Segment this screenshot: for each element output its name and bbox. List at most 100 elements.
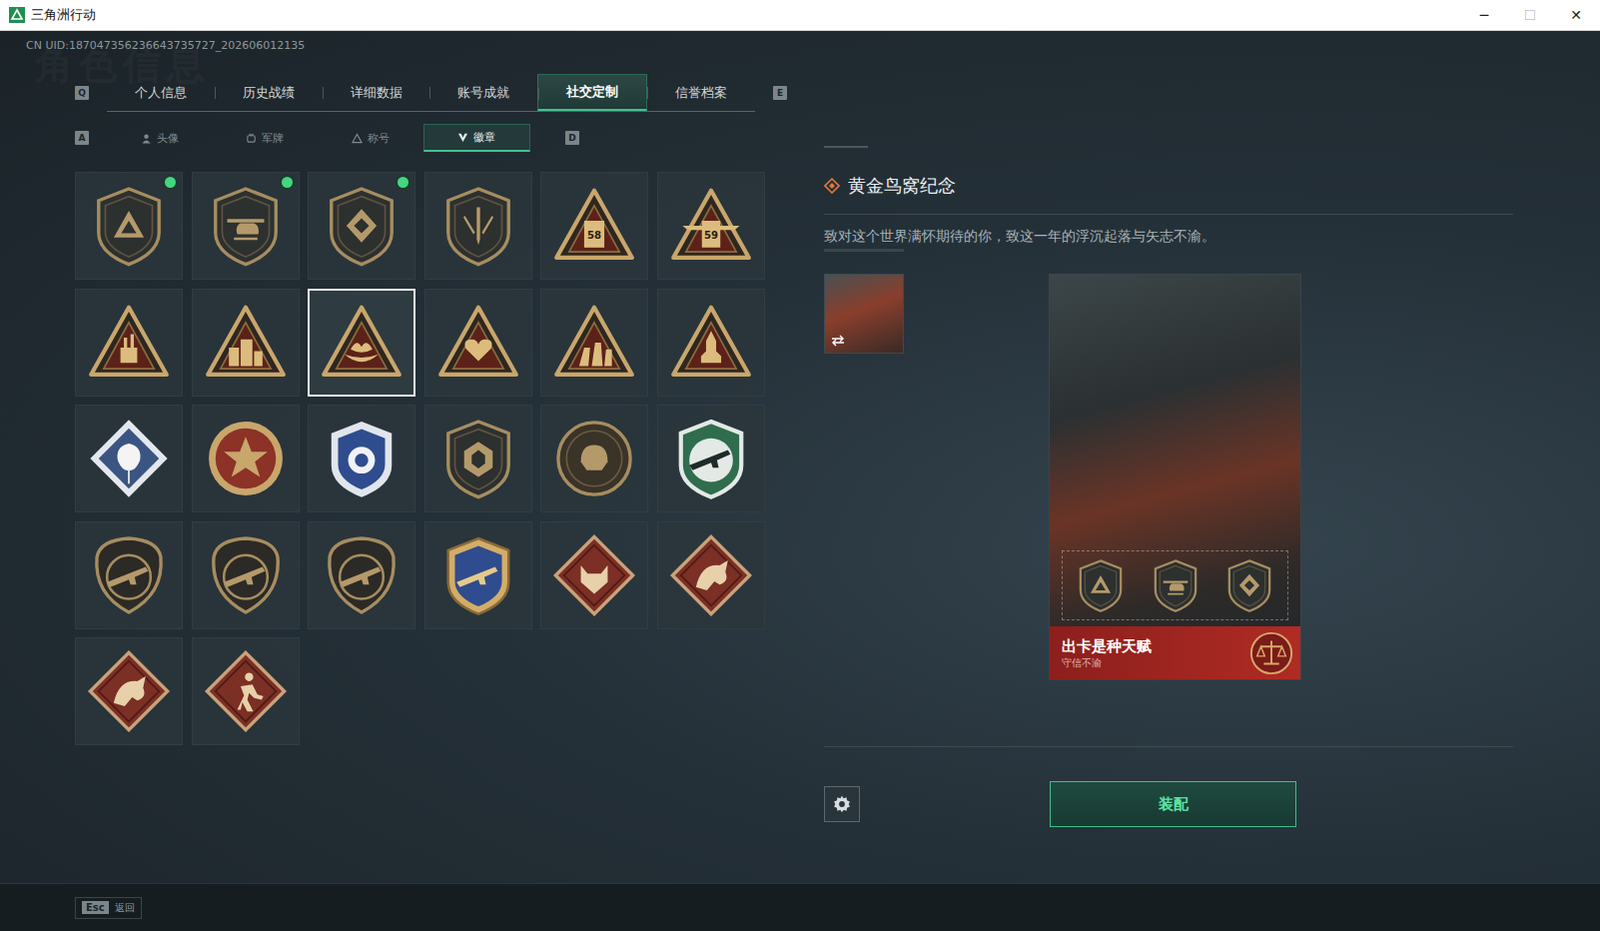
preview-card: 出卡是种天赋守信不渝 bbox=[1048, 273, 1302, 681]
tab[interactable]: 详细数据 bbox=[322, 73, 431, 111]
badge-icon bbox=[203, 416, 288, 501]
badge-cell[interactable] bbox=[307, 404, 416, 513]
badge-icon bbox=[552, 300, 637, 385]
badge-cell[interactable]: 58 bbox=[540, 171, 649, 280]
badge-cell[interactable] bbox=[657, 288, 766, 397]
badge-cell[interactable] bbox=[74, 171, 183, 280]
subtab[interactable]: 头像 bbox=[106, 123, 213, 152]
key-hint: A bbox=[74, 130, 89, 145]
game-window: 三角洲行动─☐✕角色信息CN UID:187047356236643735727… bbox=[0, 0, 1600, 931]
avatar-thumbnail[interactable] bbox=[823, 273, 904, 354]
tab[interactable]: 社交定制 bbox=[537, 73, 648, 111]
badge-cell[interactable] bbox=[307, 288, 416, 397]
badge-cell[interactable] bbox=[191, 288, 300, 397]
tab-bar: Q 个人信息历史战绩详细数据账号成就社交定制信誉档案 E bbox=[74, 73, 791, 112]
window-control[interactable]: ─ bbox=[1462, 6, 1507, 23]
badge-icon bbox=[319, 300, 404, 385]
svg-text:58: 58 bbox=[587, 229, 602, 241]
badge-slot bbox=[1221, 557, 1278, 614]
badge-cell[interactable] bbox=[74, 404, 183, 513]
badge-icon bbox=[86, 300, 171, 385]
badge-icon bbox=[436, 416, 521, 501]
badge-icon bbox=[86, 533, 171, 618]
badge-cell[interactable] bbox=[307, 171, 416, 280]
operator-photo bbox=[1049, 274, 1301, 627]
title-bar: 三角洲行动─☐✕ bbox=[0, 0, 1600, 31]
key-hint: Esc bbox=[81, 900, 109, 914]
badge-cell[interactable] bbox=[424, 288, 533, 397]
badge-icon: 59 bbox=[669, 183, 754, 268]
badge-icon bbox=[669, 416, 754, 501]
tab[interactable]: 账号成就 bbox=[429, 73, 538, 111]
gear-icon bbox=[831, 794, 852, 814]
badge-icon bbox=[203, 183, 288, 268]
badge-icon bbox=[319, 533, 404, 618]
badge-icon bbox=[436, 533, 521, 618]
new-dot bbox=[281, 176, 293, 188]
badge-cell[interactable] bbox=[191, 637, 300, 746]
badge-icon bbox=[319, 183, 404, 268]
badge-cell[interactable] bbox=[191, 404, 300, 513]
badge-icon bbox=[203, 649, 288, 734]
window-control[interactable]: ✕ bbox=[1554, 6, 1599, 23]
badge-cell[interactable] bbox=[540, 288, 649, 397]
scales-icon bbox=[1248, 630, 1295, 677]
subtab[interactable]: 军牌 bbox=[212, 123, 319, 152]
uid-label: CN UID:187047356236643735727_20260601213… bbox=[25, 38, 1600, 52]
badge-cell[interactable] bbox=[657, 521, 766, 630]
footer-bar: Esc返回 bbox=[0, 882, 1600, 931]
badge-icon bbox=[86, 649, 171, 734]
badge-cell[interactable] bbox=[307, 521, 416, 630]
diamond-icon bbox=[823, 177, 840, 194]
window-control[interactable]: ☐ bbox=[1508, 6, 1553, 23]
badge-icon bbox=[319, 416, 404, 501]
badge-icon bbox=[86, 416, 171, 501]
badge-icon: 58 bbox=[552, 183, 637, 268]
settings-button[interactable] bbox=[823, 786, 860, 822]
swap-icon bbox=[829, 334, 846, 347]
badge-cell[interactable] bbox=[74, 521, 183, 630]
detail-panel: 黄金鸟窝纪念致对这个世界满怀期待的你，致这一年的浮沉起落与矢志不渝。出卡是种天赋… bbox=[823, 51, 1529, 827]
key-hint: E bbox=[773, 85, 788, 100]
subtab[interactable]: 称号 bbox=[317, 123, 424, 152]
tab[interactable]: 历史战绩 bbox=[214, 73, 323, 111]
detail-title: 黄金鸟窝纪念 bbox=[823, 173, 1514, 215]
badge-cell[interactable] bbox=[191, 171, 300, 280]
subtab[interactable]: 徽章 bbox=[423, 123, 532, 152]
tab[interactable]: 信誉档案 bbox=[647, 73, 756, 111]
card-subtitle: 守信不渝 bbox=[1061, 656, 1152, 670]
badge-cell[interactable]: 59 bbox=[657, 171, 766, 280]
new-dot bbox=[164, 176, 176, 188]
tab[interactable]: 个人信息 bbox=[106, 73, 215, 111]
back-button[interactable]: Esc返回 bbox=[74, 896, 142, 919]
badge-icon bbox=[1221, 557, 1278, 614]
badge-icon bbox=[669, 300, 754, 385]
detail-description: 致对这个世界满怀期待的你，致这一年的浮沉起落与矢志不渝。 bbox=[823, 226, 1529, 245]
badge-icon bbox=[457, 131, 469, 143]
key-hint: Q bbox=[74, 85, 89, 100]
badge-cell[interactable] bbox=[540, 521, 649, 630]
badge-cell[interactable] bbox=[657, 404, 766, 513]
badge-cell[interactable] bbox=[191, 521, 300, 630]
avatar-icon bbox=[140, 132, 152, 144]
left-panel: Q 个人信息历史战绩详细数据账号成就社交定制信誉档案 E A 头像军牌称号徽章 D 58 59 bbox=[74, 51, 791, 827]
new-dot bbox=[397, 176, 409, 188]
title-icon bbox=[351, 132, 363, 144]
card-title: 出卡是种天赋 bbox=[1061, 637, 1152, 657]
key-hint: D bbox=[565, 130, 580, 145]
badge-icon bbox=[86, 183, 171, 268]
badge-icon bbox=[436, 183, 521, 268]
badge-cell[interactable] bbox=[540, 404, 649, 513]
badge-cell[interactable] bbox=[424, 521, 533, 630]
subtab-bar: A 头像军牌称号徽章 D bbox=[74, 123, 791, 152]
badge-cell[interactable] bbox=[424, 404, 533, 513]
badge-cell[interactable] bbox=[424, 171, 533, 280]
equip-button[interactable]: 装配 bbox=[1049, 781, 1297, 827]
badge-slot bbox=[1147, 557, 1204, 614]
card-banner: 出卡是种天赋守信不渝 bbox=[1049, 626, 1301, 680]
badge-icon bbox=[1072, 557, 1129, 614]
badge-cell[interactable] bbox=[74, 288, 183, 397]
main-area: 角色信息CN UID:187047356236643735727_2026060… bbox=[0, 30, 1600, 883]
badge-cell[interactable] bbox=[74, 637, 183, 746]
badge-icon bbox=[436, 300, 521, 385]
